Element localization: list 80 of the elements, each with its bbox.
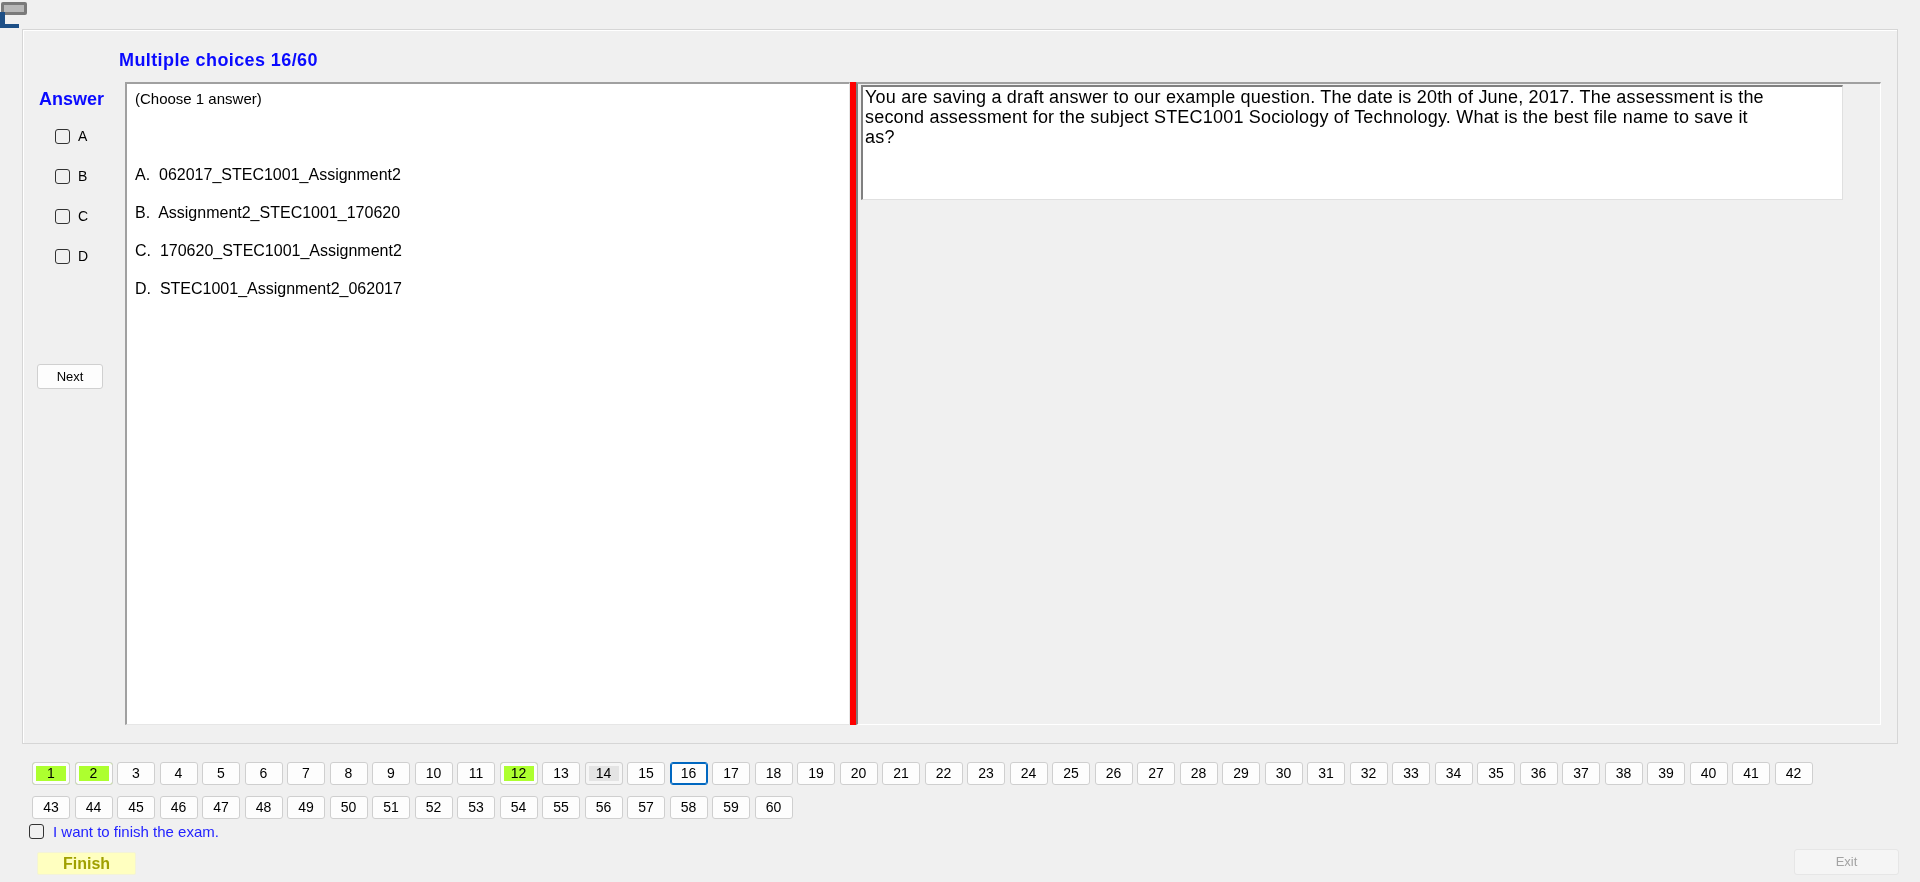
- question-number-button[interactable]: 26: [1094, 762, 1133, 785]
- question-number-button[interactable]: 28: [1179, 762, 1218, 785]
- question-number-button[interactable]: 1: [32, 762, 70, 785]
- question-number-button[interactable]: 19: [797, 762, 835, 785]
- question-number-button[interactable]: 10: [414, 762, 453, 785]
- question-number-button[interactable]: 41: [1732, 762, 1770, 785]
- question-number-button[interactable]: 44: [74, 796, 113, 819]
- question-number-button[interactable]: 59: [712, 796, 750, 819]
- question-text: You are saving a draft answer to our example question. The date is 20th of June, 2017. The assessment is the second assessment for the subject STEC1001 Sociology of Technology. What is the best file name to save it as?: [865, 87, 1765, 147]
- question-number-button[interactable]: 32: [1349, 762, 1388, 785]
- question-number-button[interactable]: 7: [287, 762, 325, 785]
- question-number-button[interactable]: 47: [202, 796, 240, 819]
- question-number-button[interactable]: 8: [329, 762, 368, 785]
- question-number-button[interactable]: 23: [967, 762, 1005, 785]
- checkbox[interactable]: [55, 168, 70, 184]
- question-number-button[interactable]: 50: [329, 796, 368, 819]
- question-number-button[interactable]: 30: [1264, 762, 1303, 785]
- question-number-button[interactable]: 49: [287, 796, 325, 819]
- question-number-button[interactable]: 24: [1009, 762, 1048, 785]
- question-number-button[interactable]: 46: [159, 796, 198, 819]
- question-number-button[interactable]: 9: [372, 762, 410, 785]
- question-number-button[interactable]: 16: [669, 762, 708, 785]
- question-number-button[interactable]: 27: [1137, 762, 1175, 785]
- question-number-button[interactable]: 11: [457, 762, 495, 785]
- checkbox[interactable]: [55, 248, 70, 264]
- question-number-button[interactable]: 13: [542, 762, 580, 785]
- question-number-button[interactable]: 38: [1604, 762, 1643, 785]
- question-number-button[interactable]: 18: [754, 762, 793, 785]
- question-number-button[interactable]: 34: [1434, 762, 1473, 785]
- instruction-text: (Choose 1 answer): [135, 90, 262, 108]
- question-number-button[interactable]: 22: [924, 762, 963, 785]
- choice-text: D. STEC1001_Assignment2_062017: [135, 279, 402, 299]
- question-number-button[interactable]: 39: [1647, 762, 1685, 785]
- checkbox[interactable]: [29, 824, 44, 839]
- question-number-button[interactable]: 5: [202, 762, 240, 785]
- checkbox-label[interactable]: B: [78, 168, 88, 184]
- question-number-button[interactable]: 45: [117, 796, 155, 819]
- next-button[interactable]: Next: [37, 364, 103, 389]
- question-number-button[interactable]: 17: [712, 762, 750, 785]
- question-number-button[interactable]: 52: [414, 796, 453, 819]
- question-number-button[interactable]: 21: [882, 762, 920, 785]
- question-number-button[interactable]: 29: [1222, 762, 1260, 785]
- checkbox-label[interactable]: A: [78, 128, 88, 144]
- choice-text: A. 062017_STEC1001_Assignment2: [135, 165, 401, 185]
- question-number-button[interactable]: 56: [584, 796, 623, 819]
- question-number-button[interactable]: 55: [542, 796, 580, 819]
- checkbox[interactable]: [55, 208, 70, 224]
- question-number-button[interactable]: 14: [584, 762, 623, 785]
- question-number-button[interactable]: 37: [1562, 762, 1600, 785]
- question-number-button[interactable]: 2: [74, 762, 113, 785]
- question-number-button[interactable]: 15: [627, 762, 665, 785]
- checkbox-label[interactable]: D: [78, 248, 89, 264]
- question-number-button[interactable]: 48: [244, 796, 283, 819]
- question-number-button[interactable]: 6: [244, 762, 283, 785]
- checkbox-label[interactable]: I want to finish the exam.: [53, 823, 219, 840]
- question-number-button[interactable]: 54: [499, 796, 538, 819]
- question-number-button[interactable]: 42: [1774, 762, 1813, 785]
- checkbox[interactable]: [55, 128, 70, 144]
- answer-title: Answer: [39, 89, 105, 110]
- question-number-button[interactable]: 35: [1477, 762, 1515, 785]
- question-number-button[interactable]: 58: [669, 796, 708, 819]
- question-number-button[interactable]: 3: [117, 762, 155, 785]
- question-number-button[interactable]: 51: [372, 796, 410, 819]
- question-number-button[interactable]: 31: [1307, 762, 1345, 785]
- question-number-button[interactable]: 20: [839, 762, 878, 785]
- question-number-button[interactable]: 36: [1519, 762, 1558, 785]
- question-number-button[interactable]: 12: [499, 762, 538, 785]
- section-title: Multiple choices 16/60: [119, 50, 318, 71]
- question-number-button[interactable]: 57: [627, 796, 665, 819]
- question-number-button[interactable]: 43: [32, 796, 70, 819]
- app-icon: [0, 2, 27, 28]
- question-number-button[interactable]: 60: [754, 796, 793, 819]
- question-number-button[interactable]: 4: [159, 762, 198, 785]
- question-number-button[interactable]: 53: [457, 796, 495, 819]
- choice-text: B. Assignment2_STEC1001_170620: [135, 203, 401, 223]
- question-number-button[interactable]: 40: [1689, 762, 1728, 785]
- choice-text: C. 170620_STEC1001_Assignment2: [135, 241, 402, 261]
- question-number-button[interactable]: 33: [1392, 762, 1430, 785]
- checkbox-label[interactable]: C: [78, 208, 89, 224]
- question-number-button[interactable]: 25: [1052, 762, 1090, 785]
